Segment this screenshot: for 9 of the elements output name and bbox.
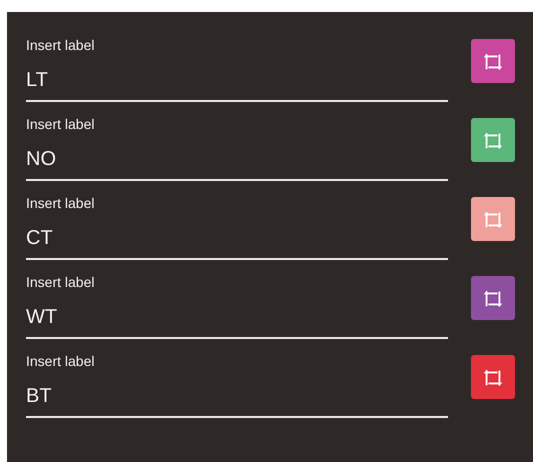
text-field[interactable]: Insert label CT [26,192,448,260]
repeat-button[interactable] [471,355,515,399]
text-field[interactable]: Insert label NO [26,113,448,181]
text-field[interactable]: Insert label WT [26,271,448,339]
text-field[interactable]: Insert label LT [26,34,448,102]
text-field[interactable]: Insert label BT [26,350,448,418]
repeat-button[interactable] [471,39,515,83]
repeat-button[interactable] [471,276,515,320]
repeat-button[interactable] [471,118,515,162]
